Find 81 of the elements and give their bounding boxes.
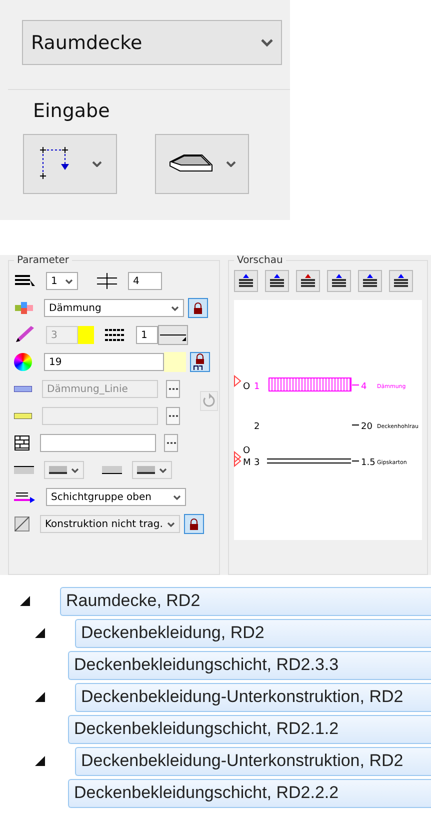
thickness-icon [96,273,118,289]
lock-icon [193,302,203,314]
layer-thickness: 1.5 [361,458,376,468]
layer-arrow-icon [362,274,378,288]
fill-field[interactable]: 19 [44,353,164,371]
layer-thickness: 4 [361,382,367,392]
layer-group-icon [14,491,36,503]
layer-group-dropdown[interactable]: Schichtgruppe oben [46,488,186,506]
brick-icon [14,435,30,451]
reference-marker [234,374,242,388]
expand-icon[interactable] [35,756,45,766]
polygon-input-button[interactable] [23,134,117,194]
tree-item[interactable]: Deckenbekleidung-Unterkonstruktion, RD2 [75,682,431,712]
more-button[interactable] [166,380,180,398]
layer-tool-button[interactable] [265,270,289,292]
layer-arrow-icon [269,274,285,288]
layer-tool-button[interactable] [389,270,413,292]
lock-button[interactable] [184,514,204,534]
chevron-icon [226,161,236,167]
tree-item[interactable]: Deckenbekleidungschicht, RD2.2.2 [68,778,431,808]
chevron-icon [167,522,175,526]
layer-tool-button[interactable] [327,270,351,292]
layer-number: 3 [254,458,260,468]
reference-label: M [243,458,251,468]
chevron-icon [71,468,79,472]
chevron-icon [171,306,179,310]
tree-item[interactable]: Deckenbekleidung, RD2 [75,618,431,648]
element-type-dropdown[interactable]: Raumdecke [22,20,282,65]
expand-icon[interactable] [35,692,45,702]
layer-tool-button[interactable] [234,270,258,292]
chevron-icon [159,468,167,472]
line-type-icon [104,328,126,342]
pencil-icon [14,326,36,344]
hatch-icon [102,466,122,474]
lock-area-button[interactable] [190,352,210,372]
color-wheel-icon [14,353,32,371]
layer-arrow-icon [238,274,254,288]
thickness-field[interactable]: 4 [128,272,162,290]
tree-item[interactable]: Raumdecke, RD2 [60,586,431,616]
chevron-icon [261,38,273,46]
expand-icon[interactable] [20,596,30,606]
reference-label: O [243,446,250,456]
surface-field[interactable] [40,434,156,452]
layer-select-icon [14,274,36,288]
more-button[interactable] [166,407,180,425]
construction-dropdown[interactable]: Konstruktion nicht trag. [40,515,180,533]
layer-dropdown[interactable]: 1 [46,272,78,290]
layer-arrow-icon [393,274,409,288]
tree-item[interactable]: Deckenbekleidungschicht, RD2.3.3 [68,650,431,680]
more-button[interactable] [164,434,178,452]
layer-number: 2 [254,422,260,432]
layer-tool-button[interactable] [296,270,320,292]
hatch-icon [14,466,34,474]
chevron-icon [65,278,73,284]
reference-label: O [243,382,250,392]
material-icon [14,301,34,315]
panel-title: Parameter [16,255,70,266]
tree-item[interactable]: Deckenbekleidung-Unterkonstruktion, RD2 [75,746,431,776]
panel-title: Vorschau [236,255,284,266]
tree-item[interactable]: Deckenbekleidungschicht, RD2.1.2 [68,714,431,744]
layer-tool-button[interactable] [358,270,382,292]
hatch-pattern-icon [49,466,67,474]
material-dropdown[interactable]: Dämmung [44,299,184,317]
group-title: Eingabe [33,100,111,122]
slab-input-button[interactable] [155,134,249,194]
expand-icon[interactable] [35,628,45,638]
lock-area-icon [193,353,207,371]
line-style-button[interactable] [158,325,188,345]
layer-arrow-icon [331,274,347,288]
line-field[interactable]: 1 [136,326,158,344]
chevron-icon [173,494,181,500]
pattern-icon [14,413,32,419]
layer-number: 1 [254,382,260,392]
lock-icon [189,518,199,530]
line-pattern-icon [14,386,32,392]
layer-arrow-icon [300,274,316,288]
chevron-icon [92,161,102,167]
lock-button[interactable] [188,298,208,318]
layer-thickness: 20 [361,422,372,432]
construction-icon [14,516,30,532]
hatch-pattern-icon [137,466,155,474]
